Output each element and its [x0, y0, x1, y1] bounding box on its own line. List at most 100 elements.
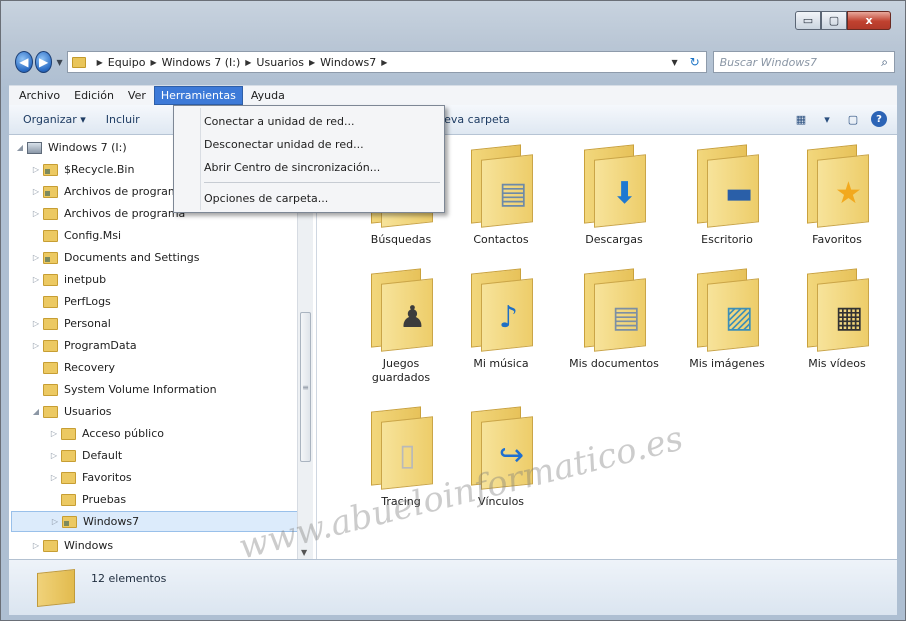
tree-item-drive[interactable]: ◢ Windows 7 (I:) — [15, 137, 127, 158]
download-arrow-icon: ⬇ — [612, 176, 638, 211]
tree-item-windows[interactable]: ▷ Windows — [31, 535, 113, 556]
details-pane: 12 elementos — [9, 559, 897, 615]
collapsed-arrow-icon[interactable]: ▷ — [31, 341, 41, 350]
folder-icon — [43, 539, 58, 552]
file-item[interactable]: ▤ Contactos — [447, 144, 555, 247]
tree-item-recovery[interactable]: Recovery — [31, 357, 115, 378]
tree-item-default[interactable]: ▷ Default — [49, 445, 122, 466]
help-icon[interactable]: ? — [871, 111, 887, 127]
tree-item-favoritos[interactable]: ▷ Favoritos — [49, 467, 132, 488]
address-dropdown-icon[interactable]: ▼ — [671, 58, 677, 67]
collapsed-arrow-icon[interactable]: ▷ — [50, 517, 60, 526]
file-item[interactable]: ⬇ Descargas — [560, 144, 668, 247]
breadcrumb-windows7[interactable]: Windows7 — [320, 56, 376, 69]
tree-item-recycle[interactable]: ▷ $Recycle.Bin — [31, 159, 135, 180]
folder-icon — [43, 251, 58, 264]
refresh-icon[interactable]: ↻ — [690, 55, 700, 69]
tree-item-label: Windows7 — [83, 515, 140, 528]
menu-herramientas[interactable]: Herramientas — [153, 86, 243, 105]
chevron-right-icon[interactable]: ▶ — [245, 58, 251, 67]
breadcrumb-equipo[interactable]: Equipo — [108, 56, 146, 69]
tree-item-personal[interactable]: ▷ Personal — [31, 313, 111, 334]
minimize-button[interactable]: ▭ — [795, 11, 821, 30]
view-options-icon[interactable]: ▦ — [793, 111, 809, 127]
file-item[interactable]: ▬ Escritorio — [673, 144, 781, 247]
expanded-arrow-icon[interactable]: ◢ — [31, 407, 41, 416]
collapsed-arrow-icon[interactable]: ▷ — [31, 541, 41, 550]
collapsed-arrow-icon[interactable]: ▷ — [31, 319, 41, 328]
collapsed-arrow-icon[interactable]: ▷ — [31, 165, 41, 174]
tree-item-inetpub[interactable]: ▷ inetpub — [31, 269, 106, 290]
file-label: Descargas — [585, 233, 643, 246]
file-label: Mi música — [473, 357, 529, 370]
drive-icon — [27, 141, 42, 154]
file-item[interactable]: ↪ Vínculos — [447, 406, 555, 509]
tree-item-label: Personal — [64, 317, 111, 330]
expanded-arrow-icon[interactable]: ◢ — [15, 143, 25, 152]
file-item[interactable]: ▨ Mis imágenes — [673, 268, 781, 371]
collapsed-arrow-icon[interactable]: ▷ — [49, 473, 59, 482]
file-item[interactable]: ♟ Juegos guardados — [347, 268, 455, 385]
tree-item-label: PerfLogs — [64, 295, 111, 308]
chevron-right-icon[interactable]: ▶ — [309, 58, 315, 67]
file-item[interactable]: ★ Favoritos — [783, 144, 891, 247]
collapsed-arrow-icon[interactable]: ▷ — [31, 187, 41, 196]
folder-icon — [43, 361, 58, 374]
tree-item-windows7[interactable]: ▷ Windows7 — [11, 511, 303, 532]
preview-pane-icon[interactable]: ▢ — [845, 111, 861, 127]
breadcrumb-usuarios[interactable]: Usuarios — [256, 56, 304, 69]
file-item[interactable]: ♪ Mi música — [447, 268, 555, 371]
chevron-right-icon[interactable]: ▶ — [150, 58, 156, 67]
collapsed-arrow-icon[interactable]: ▷ — [49, 429, 59, 438]
view-dropdown-icon[interactable]: ▾ — [819, 111, 835, 127]
tree-item-usuarios[interactable]: ◢ Usuarios — [31, 401, 112, 422]
tree-item-configmsi[interactable]: Config.Msi — [31, 225, 121, 246]
collapsed-arrow-icon[interactable]: ▷ — [49, 451, 59, 460]
file-item[interactable]: ▯ Tracing — [347, 406, 455, 509]
scroll-down-icon[interactable]: ▼ — [301, 548, 307, 557]
collapsed-arrow-icon[interactable]: ▷ — [31, 275, 41, 284]
tree-item-system-volume[interactable]: System Volume Information — [31, 379, 217, 400]
search-placeholder: Buscar Windows7 — [719, 55, 818, 69]
menu-separator — [204, 182, 440, 183]
film-strip-icon: ▦ — [835, 300, 864, 335]
history-dropdown-icon[interactable]: ▼ — [56, 58, 62, 67]
tree-item-perflogs[interactable]: PerfLogs — [31, 291, 111, 312]
file-item[interactable]: ▦ Mis vídeos — [783, 268, 891, 371]
tree-item-documents-settings[interactable]: ▷ Documents and Settings — [31, 247, 200, 268]
menu-item-map-drive[interactable]: Conectar a unidad de red... — [204, 111, 354, 131]
tree-item-label: Archivos de programa — [64, 207, 186, 220]
menu-ayuda[interactable]: Ayuda — [245, 87, 291, 104]
back-button[interactable]: ◀ — [15, 51, 33, 73]
file-label: Contactos — [473, 233, 529, 246]
menu-ver[interactable]: Ver — [122, 87, 152, 104]
tree-item-programfiles-x86[interactable]: ▷ Archivos de programa — [31, 181, 185, 202]
maximize-button[interactable]: ▢ — [821, 11, 847, 30]
tree-item-label: Pruebas — [82, 493, 127, 506]
include-button[interactable]: Incluir — [98, 111, 148, 128]
tree-item-pruebas[interactable]: Pruebas — [49, 489, 126, 510]
scrollbar-thumb[interactable]: ≡ — [300, 312, 311, 462]
file-item[interactable]: ▤ Mis documentos — [560, 268, 668, 371]
menu-edicion[interactable]: Edición — [68, 87, 120, 104]
tree-item-acceso-publico[interactable]: ▷ Acceso público — [49, 423, 164, 444]
collapsed-arrow-icon[interactable]: ▷ — [31, 253, 41, 262]
close-button[interactable]: x — [847, 11, 891, 30]
search-input[interactable]: Buscar Windows7 ⌕ — [712, 51, 895, 73]
menu-item-folder-options[interactable]: Opciones de carpeta... — [204, 188, 328, 208]
menu-archivo[interactable]: Archivo — [13, 87, 66, 104]
menu-item-sync-center[interactable]: Abrir Centro de sincronización... — [204, 157, 380, 177]
tree-item-label: $Recycle.Bin — [64, 163, 135, 176]
forward-button[interactable]: ▶ — [34, 51, 53, 73]
file-label: Vínculos — [477, 495, 525, 508]
chevron-right-icon[interactable]: ▶ — [381, 58, 387, 67]
organize-button[interactable]: Organizar ▾ — [15, 111, 94, 128]
folder-icon — [61, 449, 76, 462]
search-icon[interactable]: ⌕ — [881, 55, 888, 70]
menu-item-disconnect-drive[interactable]: Desconectar unidad de red... — [204, 134, 364, 154]
tree-item-programfiles[interactable]: ▷ Archivos de programa — [31, 203, 185, 224]
tree-item-programdata[interactable]: ▷ ProgramData — [31, 335, 137, 356]
collapsed-arrow-icon[interactable]: ▷ — [31, 209, 41, 218]
address-bar[interactable]: ▶ Equipo ▶ Windows 7 (I:) ▶ Usuarios ▶ Wind… — [66, 51, 707, 73]
breadcrumb-drive[interactable]: Windows 7 (I:) — [162, 56, 241, 69]
